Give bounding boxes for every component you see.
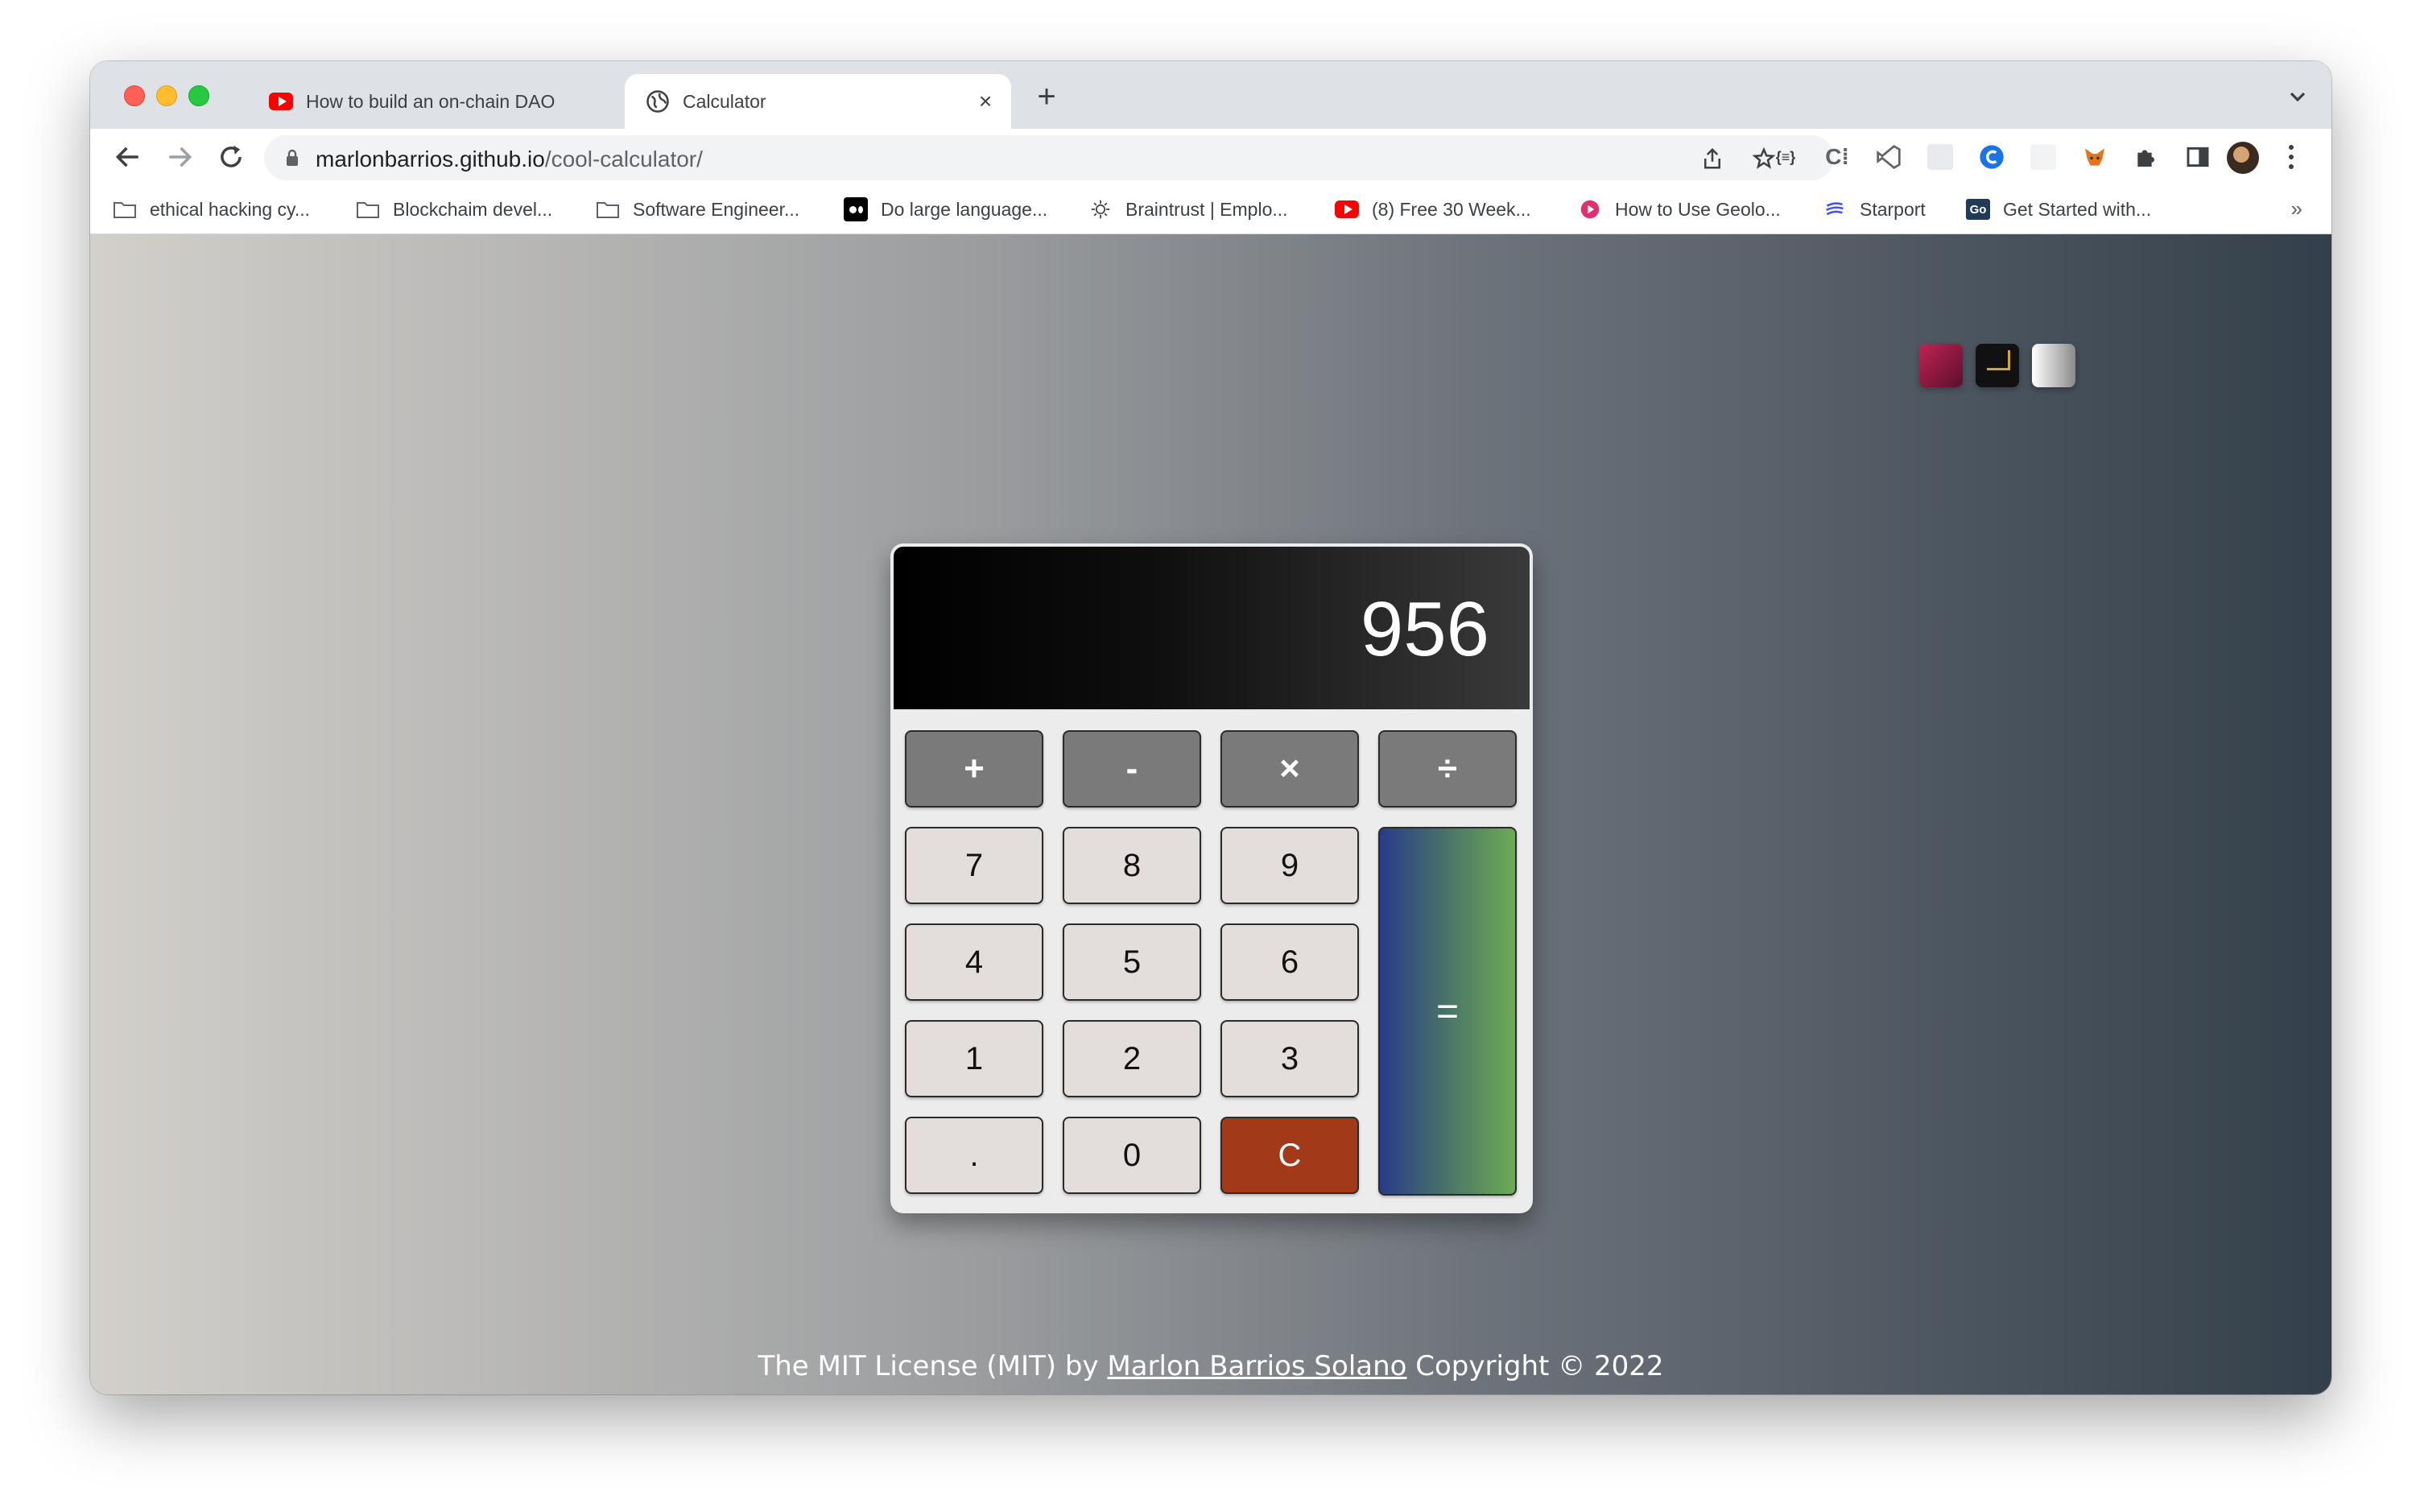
grid-extension-icon[interactable]: [1927, 144, 1953, 170]
bookmark-item[interactable]: How to Use Geolo...: [1578, 193, 1781, 225]
calculator-display: 956: [894, 547, 1530, 709]
footer: The MIT License (MIT) by Marlon Barrios …: [90, 1350, 2331, 1382]
minimize-window-button[interactable]: [156, 85, 177, 106]
browser-window: How to build an on-chain DAO × Calculato…: [90, 61, 2331, 1394]
bookmark-label: Braintrust | Emplo...: [1125, 198, 1288, 220]
close-icon[interactable]: ×: [971, 87, 1000, 116]
puzzle-icon[interactable]: [2133, 144, 2159, 170]
sun-icon: [1091, 200, 1110, 219]
digit-5-button[interactable]: 5: [1063, 923, 1201, 1001]
bookmark-item[interactable]: Go Get Started with...: [1966, 193, 2151, 225]
add-button[interactable]: +: [905, 730, 1043, 808]
reload-icon[interactable]: [216, 142, 246, 172]
bookmark-label: Software Engineer...: [633, 198, 800, 220]
digit-0-button[interactable]: 0: [1063, 1117, 1201, 1194]
bookmarks-bar: ethical hacking cy... Blockchaim devel..…: [90, 185, 2331, 234]
address-bar[interactable]: marlonbarrios.github.io/cool-calculator/: [264, 135, 1834, 180]
bookmark-label: How to Use Geolo...: [1615, 198, 1781, 220]
display-value: 956: [1360, 586, 1489, 672]
equals-button[interactable]: =: [1378, 827, 1517, 1196]
maximize-window-button[interactable]: [188, 85, 209, 106]
printer-extension-icon[interactable]: [2030, 144, 2056, 170]
youtube-icon: [269, 89, 293, 114]
medium-icon: [844, 197, 868, 221]
bookmark-item[interactable]: Blockchaim devel...: [356, 193, 552, 225]
go-icon: Go: [1966, 199, 1990, 220]
digit-3-button[interactable]: 3: [1220, 1020, 1359, 1097]
starport-icon: [1826, 202, 1844, 216]
bookmark-item[interactable]: (8) Free 30 Week...: [1335, 193, 1531, 225]
bookmark-label: Blockchaim devel...: [393, 198, 553, 220]
bookmark-label: Get Started with...: [2003, 198, 2152, 220]
footer-suffix: Copyright © 2022: [1406, 1350, 1664, 1382]
tab-strip: How to build an on-chain DAO × Calculato…: [90, 61, 2331, 129]
json-viewer-icon[interactable]: {≡}: [1773, 144, 1798, 170]
tab-calculator[interactable]: Calculator ×: [625, 74, 1011, 129]
url-host: marlonbarrios.github.io: [316, 147, 545, 171]
author-link[interactable]: Marlon Barrios Solano: [1107, 1350, 1406, 1382]
url-text[interactable]: marlonbarrios.github.io/cool-calculator/: [316, 147, 703, 172]
digit-7-button[interactable]: 7: [905, 827, 1043, 904]
forward-icon[interactable]: [164, 142, 195, 172]
bookmark-item[interactable]: ethical hacking cy...: [113, 193, 310, 225]
tab-title: Calculator: [683, 90, 766, 112]
digit-9-button[interactable]: 9: [1220, 827, 1359, 904]
c-extension-icon[interactable]: [1979, 144, 2005, 170]
toolbar: marlonbarrios.github.io/cool-calculator/…: [90, 129, 2331, 185]
page-content: 956 + - × ÷ 7 8 9 4 5 6 1 2 3 . 0 C = Th…: [90, 234, 2331, 1394]
globe-icon: [646, 90, 669, 113]
digit-2-button[interactable]: 2: [1063, 1020, 1201, 1097]
digit-6-button[interactable]: 6: [1220, 923, 1359, 1001]
new-tab-button[interactable]: +: [1030, 81, 1063, 114]
bookmarks-overflow-button[interactable]: »: [2291, 196, 2302, 221]
youtube-icon: [1335, 199, 1359, 220]
theme-light-swatch[interactable]: [2032, 344, 2075, 387]
code-extension-icon[interactable]: C⁞: [1824, 144, 1850, 170]
bookmark-item[interactable]: Software Engineer...: [596, 193, 799, 225]
bookmark-label: ethical hacking cy...: [150, 198, 311, 220]
back-icon[interactable]: [113, 142, 143, 172]
tab-title: How to build an on-chain DAO: [306, 90, 555, 112]
multiply-button[interactable]: ×: [1220, 730, 1359, 808]
footer-prefix: The MIT License (MIT) by: [758, 1350, 1108, 1382]
digit-1-button[interactable]: 1: [905, 1020, 1043, 1097]
bookmark-label: Do large language...: [881, 198, 1048, 220]
url-path: /cool-calculator/: [544, 147, 703, 171]
close-window-button[interactable]: [124, 85, 145, 106]
side-panel-icon[interactable]: [2185, 144, 2211, 170]
bookmark-item[interactable]: Starport: [1823, 193, 1926, 225]
subtract-button[interactable]: -: [1063, 730, 1201, 808]
bookmark-item[interactable]: Do large language...: [844, 193, 1047, 225]
calculator: 956 + - × ÷ 7 8 9 4 5 6 1 2 3 . 0 C =: [890, 543, 1533, 1213]
chevron-down-icon[interactable]: [2285, 84, 2311, 109]
theme-dark-swatch[interactable]: [1976, 344, 2019, 387]
vscode-icon[interactable]: [1876, 144, 1902, 170]
bookmark-item[interactable]: Braintrust | Emplo...: [1088, 193, 1288, 225]
folder-icon: [597, 202, 619, 218]
digit-4-button[interactable]: 4: [905, 923, 1043, 1001]
share-icon[interactable]: [1700, 147, 1724, 171]
profile-avatar[interactable]: [2227, 142, 2259, 174]
divide-button[interactable]: ÷: [1378, 730, 1517, 808]
folder-icon: [357, 202, 379, 218]
bookmark-label: (8) Free 30 Week...: [1372, 198, 1531, 220]
digit-8-button[interactable]: 8: [1063, 827, 1201, 904]
decimal-button[interactable]: .: [905, 1117, 1043, 1194]
bookmark-label: Starport: [1860, 198, 1926, 220]
lock-icon[interactable]: [285, 149, 299, 167]
pink-play-icon: [1580, 200, 1600, 219]
theme-red-swatch[interactable]: [1919, 344, 1963, 387]
folder-icon: [114, 202, 136, 218]
more-menu-icon[interactable]: [2288, 143, 2294, 171]
clear-button[interactable]: C: [1220, 1117, 1359, 1194]
metamask-icon[interactable]: [2082, 144, 2108, 170]
